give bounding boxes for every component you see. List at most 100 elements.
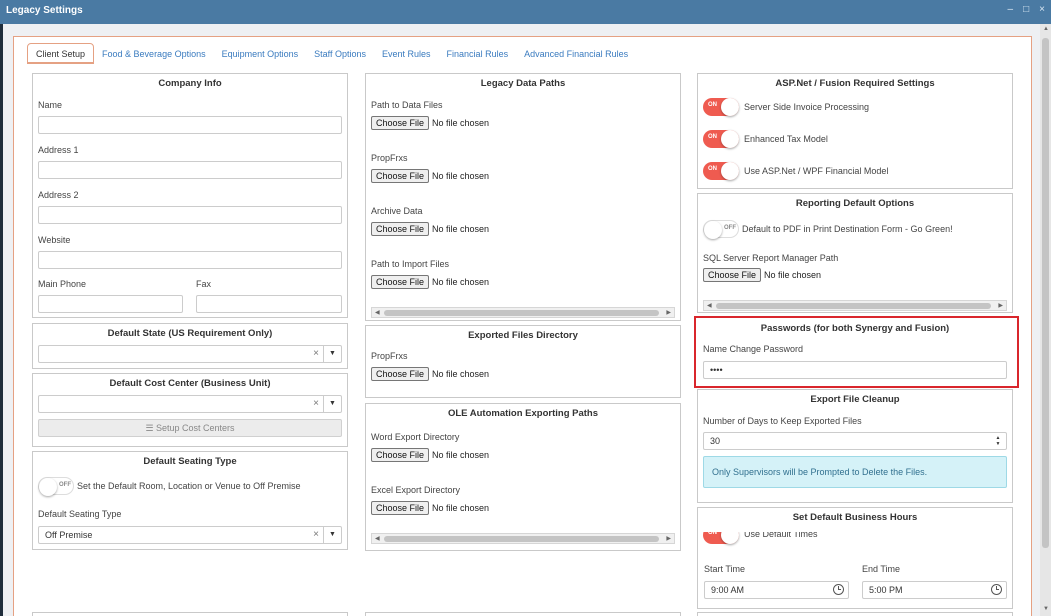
word-export-label: Word Export Directory — [371, 432, 460, 442]
scroll-left-icon[interactable]: ◀ — [707, 302, 712, 309]
horizontal-scrollbar[interactable]: ◀ ▶ — [371, 533, 675, 544]
cost-center-panel: Default Cost Center (Business Unit) × ▼ … — [32, 373, 348, 447]
panel-title: Exported Files Directory — [468, 330, 578, 341]
pdf-default-toggle[interactable]: OFF — [703, 220, 739, 239]
name-change-password-input[interactable]: •••• — [703, 361, 1007, 379]
off-premise-label: Set the Default Room, Location or Venue … — [77, 481, 301, 491]
file-status: No file chosen — [432, 171, 490, 181]
file-status: No file chosen — [432, 277, 490, 287]
supervisor-info-alert: Only Supervisors will be Prompted to Del… — [703, 456, 1007, 488]
choose-file-button[interactable]: Choose File — [371, 448, 430, 462]
excel-export-picker: Choose File No file chosen — [371, 501, 489, 515]
clear-icon[interactable]: × — [313, 529, 319, 540]
archive-data-label: Archive Data — [371, 206, 423, 216]
tab-client-setup[interactable]: Client Setup — [27, 43, 95, 64]
clock-icon[interactable] — [991, 584, 1002, 595]
panel-title: Default Seating Type — [143, 456, 237, 467]
choose-file-button[interactable]: Choose File — [371, 275, 430, 289]
maximize-button[interactable]: □ — [1023, 4, 1029, 15]
enhanced-tax-label: Enhanced Tax Model — [744, 134, 828, 144]
scroll-right-icon[interactable]: ▶ — [666, 535, 671, 542]
tab-financial-rules[interactable]: Financial Rules — [439, 43, 517, 64]
horizontal-scrollbar[interactable]: ◀ ▶ — [371, 307, 675, 318]
excel-export-label: Excel Export Directory — [371, 485, 461, 495]
propfrxs-label: PropFrxs — [371, 153, 408, 163]
address1-input[interactable] — [38, 161, 342, 179]
word-export-picker: Choose File No file chosen — [371, 448, 489, 462]
address2-label: Address 2 — [38, 190, 79, 200]
scroll-left-icon[interactable]: ◀ — [375, 535, 380, 542]
choose-file-button[interactable]: Choose File — [371, 116, 430, 130]
website-input[interactable] — [38, 251, 342, 269]
state-select[interactable]: × ▼ — [38, 345, 342, 363]
choose-file-button[interactable]: Choose File — [371, 367, 430, 381]
import-files-picker: Choose File No file chosen — [371, 275, 489, 289]
tab-advanced-financial[interactable]: Advanced Financial Rules — [516, 43, 636, 64]
minimize-button[interactable]: – — [1008, 4, 1014, 15]
scroll-right-icon[interactable]: ▶ — [998, 302, 1003, 309]
end-time-input[interactable]: 5:00 PM — [862, 581, 1007, 599]
scroll-left-icon[interactable]: ◀ — [375, 309, 380, 316]
enhanced-tax-toggle[interactable]: ON — [703, 130, 739, 148]
toggle-knob — [704, 221, 722, 239]
horizontal-scrollbar[interactable]: ◀ ▶ — [703, 300, 1007, 311]
chevron-down-icon[interactable]: ▼ — [323, 527, 341, 543]
clock-icon[interactable] — [833, 584, 844, 595]
toggle-state: OFF — [59, 482, 71, 488]
panel-title: Passwords (for both Synergy and Fusion) — [760, 323, 950, 334]
export-cleanup-panel: Export File Cleanup Number of Days to Ke… — [697, 389, 1013, 503]
scroll-right-icon[interactable]: ▶ — [666, 309, 671, 316]
scrollbar-thumb[interactable] — [384, 310, 659, 316]
off-premise-toggle[interactable]: OFF — [38, 477, 74, 496]
wpf-financial-toggle[interactable]: ON — [703, 162, 739, 180]
setup-cost-centers-button[interactable]: ☰ Setup Cost Centers — [38, 419, 342, 437]
cost-center-select[interactable]: × ▼ — [38, 395, 342, 413]
fax-input[interactable] — [196, 295, 342, 313]
address1-label: Address 1 — [38, 145, 79, 155]
scroll-down-icon[interactable]: ▼ — [1043, 606, 1049, 612]
aspnet-panel: ASP.Net / Fusion Required Settings ON Se… — [697, 73, 1013, 189]
ole-paths-panel: OLE Automation Exporting Paths Word Expo… — [365, 403, 681, 551]
seating-type-select[interactable]: Off Premise × ▼ — [38, 526, 342, 544]
scroll-up-icon[interactable]: ▲ — [1043, 26, 1049, 32]
panel-title: Set Default Business Hours — [698, 508, 1012, 532]
vertical-scrollbar[interactable]: ▲ ▼ — [1040, 24, 1051, 616]
choose-file-button[interactable]: Choose File — [703, 268, 762, 282]
stepper-icon[interactable]: ▲ ▼ — [990, 433, 1006, 449]
panel-title: Reporting Default Options — [795, 198, 915, 209]
clear-icon[interactable]: × — [313, 398, 319, 409]
passwords-panel: Passwords (for both Synergy and Fusion) … — [697, 319, 1013, 385]
server-invoice-toggle[interactable]: ON — [703, 98, 739, 116]
close-button[interactable]: × — [1039, 4, 1045, 15]
chevron-down-icon[interactable]: ▼ — [323, 396, 341, 412]
address2-input[interactable] — [38, 206, 342, 224]
days-keep-input[interactable]: 30 ▲ ▼ — [703, 432, 1007, 450]
name-label: Name — [38, 100, 63, 110]
ssrs-path-label: SQL Server Report Manager Path — [703, 253, 839, 263]
tab-staff[interactable]: Staff Options — [306, 43, 374, 64]
main-phone-input[interactable] — [38, 295, 183, 313]
exported-propfrxs-picker: Choose File No file chosen — [371, 367, 489, 381]
file-status: No file chosen — [764, 270, 822, 280]
tab-equipment[interactable]: Equipment Options — [214, 43, 307, 64]
toggle-state: OFF — [724, 225, 736, 231]
tab-food-beverage[interactable]: Food & Beverage Options — [94, 43, 214, 64]
start-time-input[interactable]: 9:00 AM — [704, 581, 849, 599]
propfrxs-label: PropFrxs — [371, 351, 408, 361]
reporting-panel: Reporting Default Options OFF Default to… — [697, 193, 1013, 313]
scrollbar-thumb[interactable] — [716, 303, 991, 309]
panel-title: Company Info — [158, 78, 222, 89]
scrollbar-thumb[interactable] — [384, 536, 659, 542]
pdf-default-label: Default to PDF in Print Destination Form… — [742, 224, 953, 234]
settings-container: Client Setup Food & Beverage Options Equ… — [13, 36, 1032, 616]
window-title: Legacy Settings — [6, 5, 83, 16]
seating-type-label: Default Seating Type — [38, 509, 122, 519]
choose-file-button[interactable]: Choose File — [371, 169, 430, 183]
name-input[interactable] — [38, 116, 342, 134]
choose-file-button[interactable]: Choose File — [371, 222, 430, 236]
tab-event-rules[interactable]: Event Rules — [374, 43, 439, 64]
scrollbar-thumb[interactable] — [1042, 38, 1049, 548]
chevron-down-icon[interactable]: ▼ — [323, 346, 341, 362]
clear-icon[interactable]: × — [313, 348, 319, 359]
choose-file-button[interactable]: Choose File — [371, 501, 430, 515]
